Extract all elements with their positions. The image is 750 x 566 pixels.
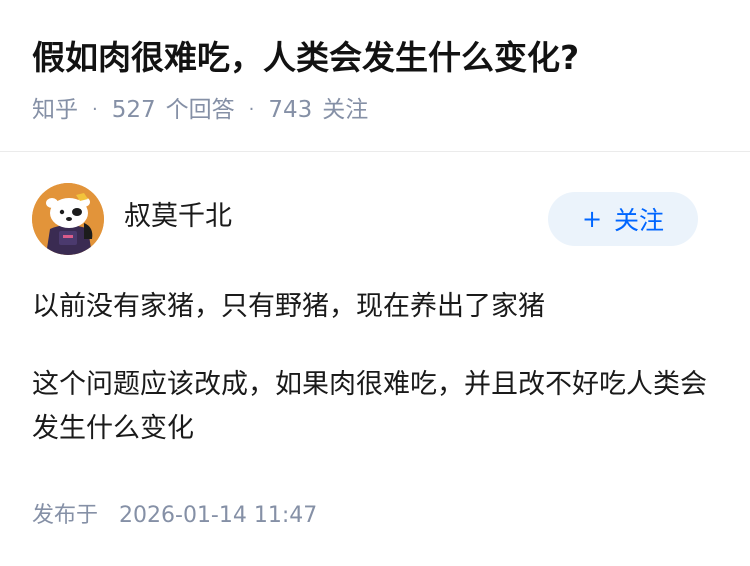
answer-paragraph: 这个问题应该改成，如果肉很难吃，并且改不好吃人类会发生什么变化 xyxy=(32,369,707,444)
answer-content: 以前没有家猪，只有野猪，现在养出了家猪 这个问题应该改成，如果肉很难吃，并且改不… xyxy=(32,285,722,451)
publish-time: 2026-01-14 11:47 xyxy=(119,503,318,528)
plus-icon: + xyxy=(581,205,603,233)
publish-info: 发布于 2026-01-14 11:47 xyxy=(32,498,317,534)
question-title[interactable]: 假如肉很难吃，人类会发生什么变化? xyxy=(32,36,579,80)
follower-count-label: 关注 xyxy=(322,97,369,123)
separator-dot: · xyxy=(92,99,98,120)
answer-paragraph: 以前没有家猪，只有野猪，现在养出了家猪 xyxy=(32,291,545,322)
author-name[interactable]: 叔莫千北 xyxy=(124,199,232,235)
publish-label: 发布于 xyxy=(32,503,99,528)
question-header: 假如肉很难吃，人类会发生什么变化? 知乎 · 527 个回答 · 743 关注 xyxy=(0,0,750,152)
answer-count: 527 xyxy=(111,97,156,123)
answer-count-label[interactable]: 个回答 xyxy=(166,94,235,126)
author-row: 叔莫千北 + 关注 xyxy=(32,183,698,255)
avatar-cartoon-icon xyxy=(32,183,104,255)
follow-button-label: 关注 xyxy=(614,206,665,235)
avatar[interactable] xyxy=(32,183,104,255)
follower-count: 743 xyxy=(268,97,313,123)
question-meta: 知乎 · 527 个回答 · 743 关注 xyxy=(32,94,368,126)
separator-dot: · xyxy=(248,99,255,120)
follow-button[interactable]: + 关注 xyxy=(548,192,698,246)
source-label[interactable]: 知乎 xyxy=(32,94,78,126)
